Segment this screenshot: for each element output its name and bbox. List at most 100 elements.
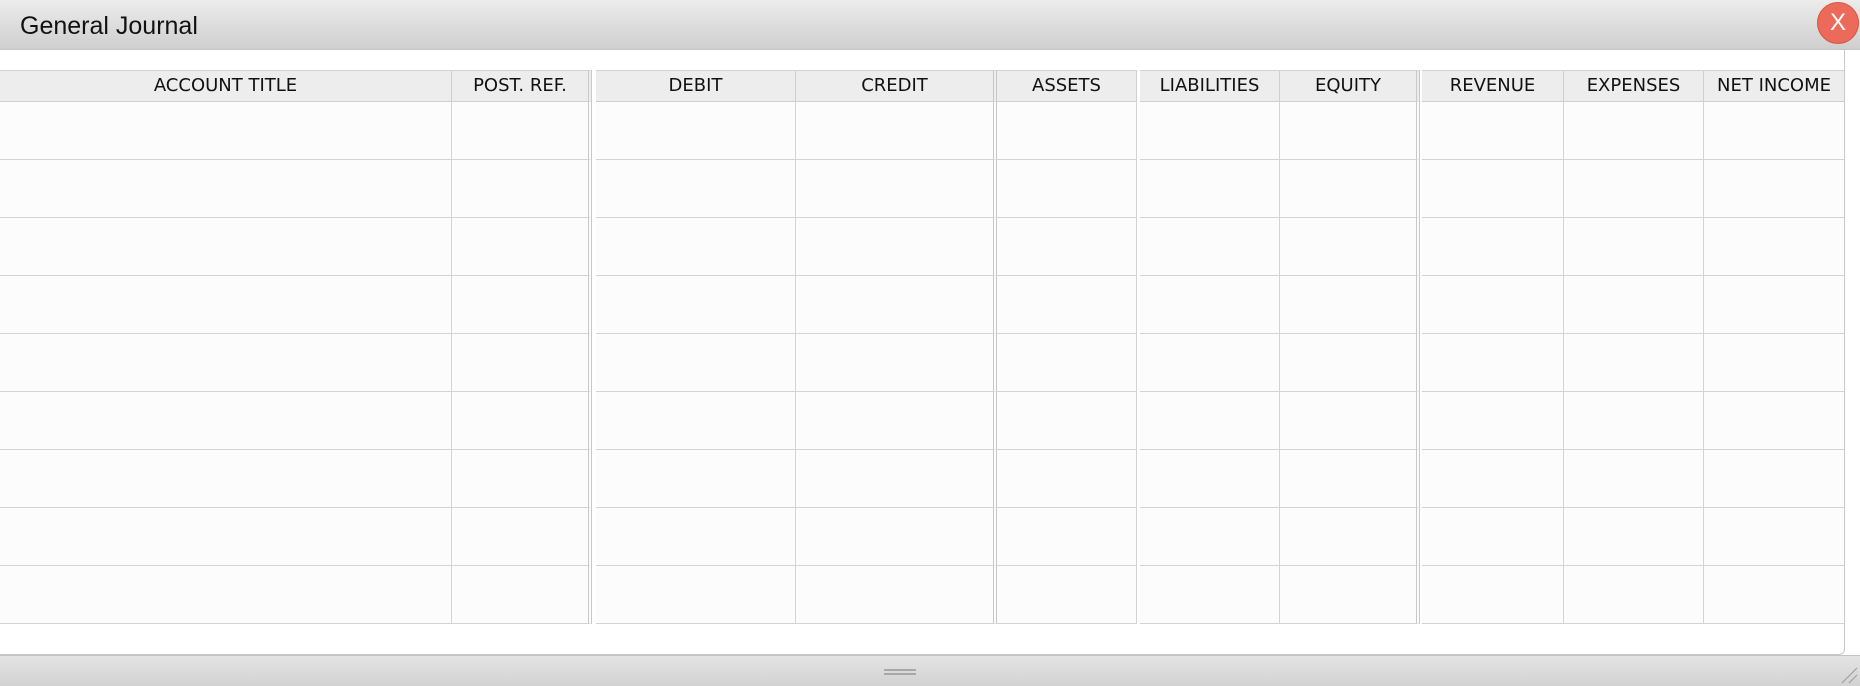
cell-net-income[interactable] (1704, 508, 1844, 566)
cell-liabilities[interactable] (1140, 334, 1280, 392)
cell-equity[interactable] (1280, 276, 1420, 334)
cell-net-income[interactable] (1704, 566, 1844, 624)
cell-account-title[interactable] (0, 508, 452, 566)
column-header-liabilities: LIABILITIES (1140, 70, 1280, 102)
cell-liabilities[interactable] (1140, 276, 1280, 334)
cell-account-title[interactable] (0, 102, 452, 160)
cell-credit[interactable] (796, 566, 997, 624)
cell-post-ref[interactable] (452, 450, 592, 508)
cell-debit[interactable] (596, 276, 796, 334)
close-button[interactable]: X (1817, 2, 1859, 44)
cell-assets[interactable] (997, 334, 1137, 392)
cell-equity[interactable] (1280, 392, 1420, 450)
cell-equity[interactable] (1280, 334, 1420, 392)
cell-equity[interactable] (1280, 102, 1420, 160)
cell-revenue[interactable] (1422, 276, 1564, 334)
cell-net-income[interactable] (1704, 160, 1844, 218)
cell-debit[interactable] (596, 392, 796, 450)
cell-assets[interactable] (997, 392, 1137, 450)
cell-liabilities[interactable] (1140, 218, 1280, 276)
cell-credit[interactable] (796, 450, 997, 508)
cell-net-income[interactable] (1704, 334, 1844, 392)
cell-expenses[interactable] (1564, 218, 1704, 276)
cell-debit[interactable] (596, 160, 796, 218)
cell-post-ref[interactable] (452, 276, 592, 334)
cell-expenses[interactable] (1564, 276, 1704, 334)
cell-revenue[interactable] (1422, 334, 1564, 392)
cell-assets[interactable] (997, 218, 1137, 276)
cell-post-ref[interactable] (452, 160, 592, 218)
cell-credit[interactable] (796, 276, 997, 334)
cell-post-ref[interactable] (452, 334, 592, 392)
cell-revenue[interactable] (1422, 392, 1564, 450)
cell-account-title[interactable] (0, 566, 452, 624)
cell-expenses[interactable] (1564, 450, 1704, 508)
cell-equity[interactable] (1280, 160, 1420, 218)
cell-debit[interactable] (596, 508, 796, 566)
cell-credit[interactable] (796, 160, 997, 218)
cell-assets[interactable] (997, 566, 1137, 624)
cell-credit[interactable] (796, 102, 997, 160)
cell-net-income[interactable] (1704, 450, 1844, 508)
cell-liabilities[interactable] (1140, 160, 1280, 218)
cell-equity[interactable] (1280, 508, 1420, 566)
cell-equity[interactable] (1280, 566, 1420, 624)
cell-credit[interactable] (796, 334, 997, 392)
cell-equity[interactable] (1280, 218, 1420, 276)
cell-account-title[interactable] (0, 450, 452, 508)
column-header-equity: EQUITY (1280, 70, 1420, 102)
cell-account-title[interactable] (0, 392, 452, 450)
table-row (0, 392, 1844, 450)
cell-liabilities[interactable] (1140, 102, 1280, 160)
cell-liabilities[interactable] (1140, 566, 1280, 624)
cell-post-ref[interactable] (452, 566, 592, 624)
cell-credit[interactable] (796, 392, 997, 450)
table-row (0, 450, 1844, 508)
cell-revenue[interactable] (1422, 450, 1564, 508)
cell-debit[interactable] (596, 218, 796, 276)
cell-expenses[interactable] (1564, 334, 1704, 392)
cell-expenses[interactable] (1564, 102, 1704, 160)
cell-credit[interactable] (796, 218, 997, 276)
cell-expenses[interactable] (1564, 566, 1704, 624)
resize-grip-icon[interactable] (1838, 664, 1858, 684)
cell-liabilities[interactable] (1140, 450, 1280, 508)
cell-account-title[interactable] (0, 276, 452, 334)
cell-account-title[interactable] (0, 334, 452, 392)
cell-post-ref[interactable] (452, 102, 592, 160)
table-row (0, 102, 1844, 160)
cell-credit[interactable] (796, 508, 997, 566)
cell-post-ref[interactable] (452, 392, 592, 450)
cell-debit[interactable] (596, 102, 796, 160)
cell-liabilities[interactable] (1140, 508, 1280, 566)
cell-assets[interactable] (997, 160, 1137, 218)
cell-assets[interactable] (997, 276, 1137, 334)
cell-debit[interactable] (596, 450, 796, 508)
cell-revenue[interactable] (1422, 218, 1564, 276)
cell-net-income[interactable] (1704, 392, 1844, 450)
cell-assets[interactable] (997, 450, 1137, 508)
cell-equity[interactable] (1280, 450, 1420, 508)
cell-debit[interactable] (596, 334, 796, 392)
cell-assets[interactable] (997, 102, 1137, 160)
cell-debit[interactable] (596, 566, 796, 624)
cell-post-ref[interactable] (452, 508, 592, 566)
title-bar[interactable]: General Journal X (0, 0, 1860, 50)
cell-revenue[interactable] (1422, 508, 1564, 566)
cell-expenses[interactable] (1564, 160, 1704, 218)
cell-net-income[interactable] (1704, 102, 1844, 160)
cell-account-title[interactable] (0, 218, 452, 276)
cell-net-income[interactable] (1704, 276, 1844, 334)
cell-expenses[interactable] (1564, 508, 1704, 566)
cell-revenue[interactable] (1422, 160, 1564, 218)
cell-post-ref[interactable] (452, 218, 592, 276)
cell-account-title[interactable] (0, 160, 452, 218)
cell-revenue[interactable] (1422, 566, 1564, 624)
drag-handle-icon[interactable] (884, 669, 916, 677)
column-header-assets: ASSETS (997, 70, 1137, 102)
cell-net-income[interactable] (1704, 218, 1844, 276)
cell-liabilities[interactable] (1140, 392, 1280, 450)
cell-assets[interactable] (997, 508, 1137, 566)
cell-revenue[interactable] (1422, 102, 1564, 160)
cell-expenses[interactable] (1564, 392, 1704, 450)
